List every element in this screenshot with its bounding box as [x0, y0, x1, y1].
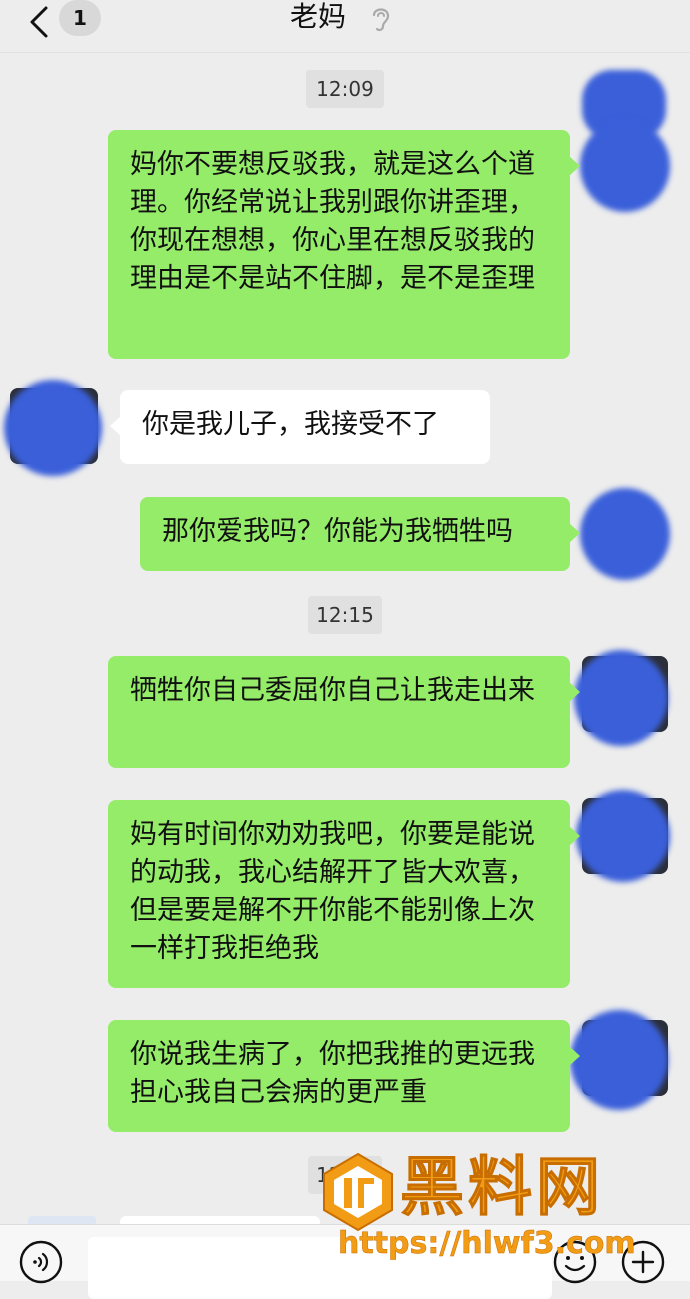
- watermark: 黑料网 https://hlwf3.com: [318, 1151, 690, 1280]
- my-avatar[interactable]: [574, 650, 668, 746]
- message-bubble-sent[interactable]: 你说我生病了，你把我推的更远我担心我自己会病的更严重: [108, 1020, 580, 1132]
- ear-icon: [372, 8, 390, 32]
- chevron-left-icon[interactable]: [20, 2, 60, 42]
- my-avatar[interactable]: [580, 488, 670, 580]
- watermark-title: 黑料网: [400, 1151, 604, 1226]
- message-bubble-received[interactable]: 你是我儿子，我接受不了: [110, 390, 490, 464]
- voice-icon[interactable]: [18, 1239, 64, 1285]
- timestamp: 12:09: [306, 70, 384, 108]
- message-bubble-sent[interactable]: 那你爱我吗？你能为我牺牲吗: [140, 497, 580, 571]
- message-bubble-sent[interactable]: 妈你不要想反驳我，就是这么个道理。你经常说让我别跟你讲歪理，你现在想想，你心里在…: [108, 130, 580, 359]
- watermark-url: https://hlwf3.com: [338, 1226, 636, 1262]
- unread-count-badge[interactable]: 1: [59, 0, 101, 36]
- my-avatar[interactable]: [580, 120, 670, 212]
- timestamp: 12:15: [308, 596, 382, 634]
- my-avatar[interactable]: [570, 1010, 668, 1110]
- message-bubble-sent[interactable]: 牺牲你自己委屈你自己让我走出来: [108, 656, 580, 768]
- chat-title: 老妈: [290, 0, 347, 33]
- chat-header: 1 老妈: [0, 0, 690, 53]
- watermark-logo-icon: [323, 1152, 393, 1232]
- my-avatar[interactable]: [576, 790, 670, 882]
- contact-avatar[interactable]: [4, 380, 102, 476]
- message-bubble-sent[interactable]: 妈有时间你劝劝我吧，你要是能说的动我，我心结解开了皆大欢喜，但是要是解不开你能不…: [108, 800, 580, 988]
